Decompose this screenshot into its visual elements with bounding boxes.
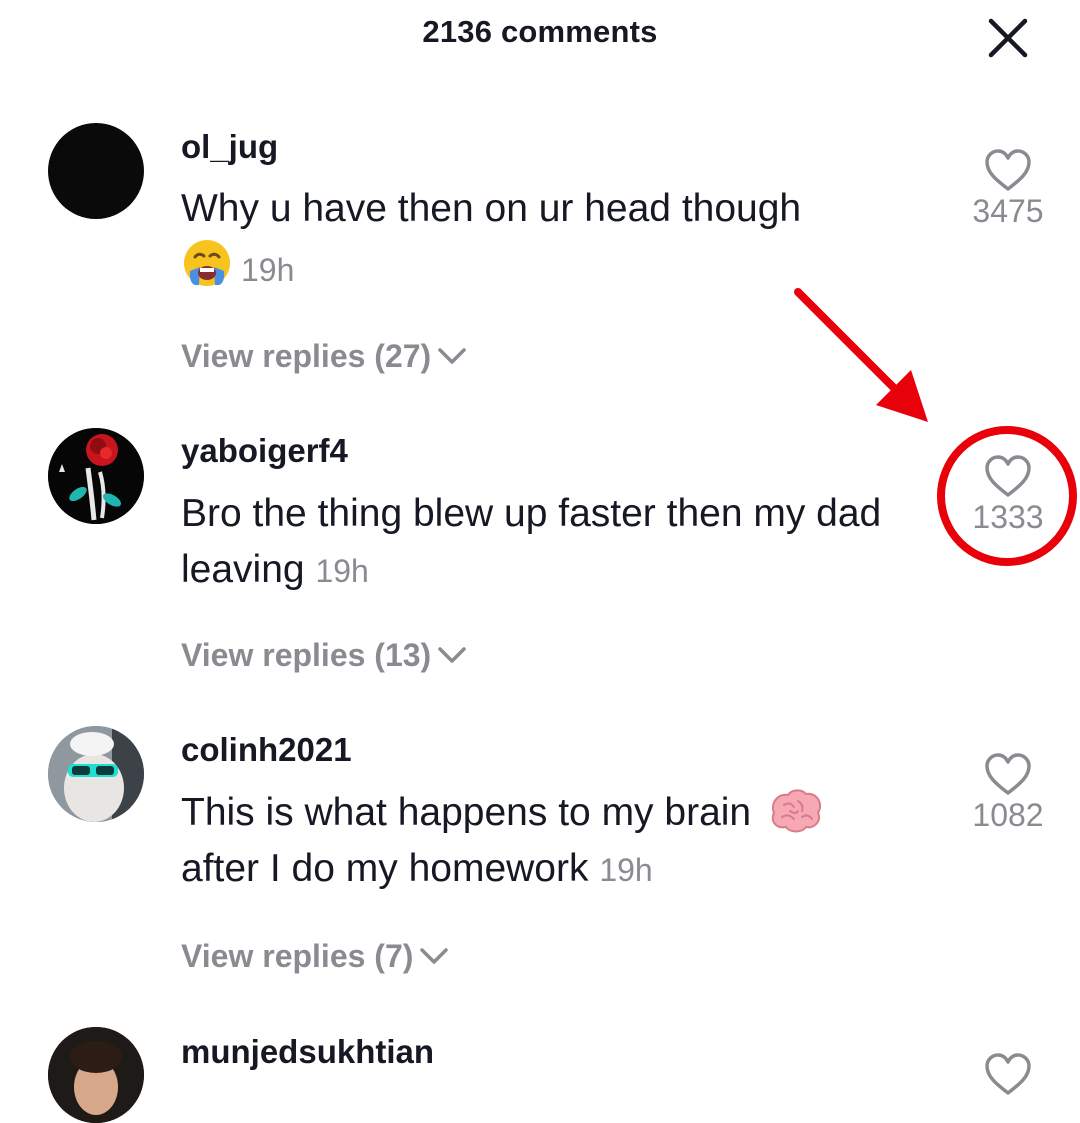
view-replies-label: View replies (27) bbox=[181, 338, 432, 374]
annotation-arrow-shaft bbox=[794, 288, 909, 403]
user-photo-avatar-image bbox=[48, 726, 144, 822]
heart-icon bbox=[985, 1053, 1031, 1095]
like-count: 1333 bbox=[972, 499, 1044, 535]
chevron-down-icon bbox=[438, 647, 466, 663]
like-button[interactable] bbox=[950, 1052, 1066, 1101]
avatar[interactable] bbox=[48, 123, 144, 219]
comment-body: This is what happens to my brain bbox=[181, 791, 752, 834]
comments-header: 2136 comments bbox=[0, 0, 1080, 80]
comment-body: Why u have then on ur head though bbox=[181, 187, 802, 230]
comment-text: This is what happens to my brain after I… bbox=[181, 785, 911, 898]
comments-count-title: 2136 comments bbox=[422, 14, 658, 49]
avatar[interactable] bbox=[48, 428, 144, 524]
comment-timestamp: 19h bbox=[315, 553, 369, 589]
annotation-arrow-head bbox=[876, 370, 928, 422]
rose-skull-avatar-image bbox=[48, 428, 144, 524]
like-button[interactable]: 1082 bbox=[950, 752, 1066, 834]
comment-username[interactable]: colinh2021 bbox=[181, 731, 352, 769]
avatar[interactable] bbox=[48, 1027, 144, 1123]
comment-body-continued: after I do my homework bbox=[181, 847, 589, 890]
crying-face-emoji-icon bbox=[184, 240, 230, 286]
chevron-down-icon bbox=[420, 948, 449, 964]
comment-username[interactable]: yaboigerf4 bbox=[181, 432, 348, 470]
like-button[interactable]: 3475 bbox=[950, 148, 1066, 230]
heart-icon bbox=[985, 753, 1031, 795]
like-count: 1082 bbox=[972, 797, 1044, 833]
comment-username[interactable]: munjedsukhtian bbox=[181, 1033, 434, 1071]
avatar[interactable] bbox=[48, 726, 144, 822]
view-replies-label: View replies (7) bbox=[181, 938, 414, 974]
view-replies-button[interactable]: View replies (7) bbox=[181, 938, 449, 975]
user-photo-avatar-image bbox=[48, 1027, 144, 1123]
close-button[interactable] bbox=[984, 14, 1032, 62]
view-replies-button[interactable]: View replies (27) bbox=[181, 338, 467, 375]
heart-icon bbox=[985, 149, 1031, 191]
heart-icon bbox=[985, 455, 1031, 497]
close-icon bbox=[988, 18, 1028, 58]
comment-timestamp: 19h bbox=[599, 852, 653, 888]
like-button[interactable]: 1333 bbox=[950, 454, 1066, 536]
like-count: 3475 bbox=[972, 193, 1044, 229]
comment-text: Bro the thing blew up faster then my dad… bbox=[181, 486, 911, 599]
comment-text: Why u have then on ur head though 19h bbox=[181, 181, 911, 298]
comment-timestamp: 19h bbox=[241, 252, 295, 288]
chevron-down-icon bbox=[438, 348, 466, 364]
comment-username[interactable]: ol_jug bbox=[181, 128, 278, 166]
view-replies-button[interactable]: View replies (13) bbox=[181, 637, 467, 674]
view-replies-label: View replies (13) bbox=[181, 637, 432, 673]
comment-body: Bro the thing blew up faster then my dad… bbox=[181, 492, 882, 591]
brain-emoji-icon bbox=[771, 789, 822, 833]
